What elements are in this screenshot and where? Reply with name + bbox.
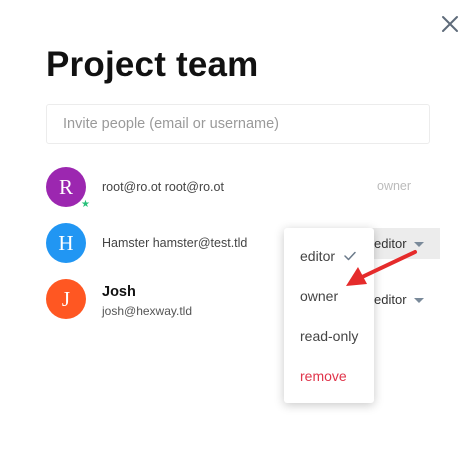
role-label-owner: owner (377, 179, 412, 193)
menu-item-remove[interactable]: remove (300, 368, 347, 384)
member-label: root@ro.ot root@ro.ot (102, 180, 224, 194)
online-status-icon: ★ (81, 199, 90, 210)
chevron-down-icon (413, 298, 424, 303)
chevron-down-icon (413, 242, 424, 247)
close-icon (442, 16, 458, 32)
page-title: Project team (46, 45, 259, 84)
menu-item-label: editor (300, 248, 336, 264)
menu-item-label: read-only (300, 328, 359, 344)
menu-item-label: remove (300, 368, 347, 384)
close-button[interactable] (438, 12, 462, 36)
menu-item-label: owner (300, 288, 339, 304)
menu-item-read-only[interactable]: read-only (300, 328, 358, 344)
red-arrow (346, 250, 417, 286)
member-email: josh@hexway.tld (102, 304, 192, 318)
role-dropdown-label: editor (374, 292, 407, 307)
member-name: Josh (102, 284, 136, 300)
avatar: R (46, 167, 86, 207)
menu-item-owner[interactable]: owner (300, 288, 338, 304)
invite-input[interactable] (46, 104, 430, 144)
member-label: Hamster hamster@test.tld (102, 236, 248, 250)
avatar: H (46, 223, 86, 263)
avatar: J (46, 279, 86, 319)
